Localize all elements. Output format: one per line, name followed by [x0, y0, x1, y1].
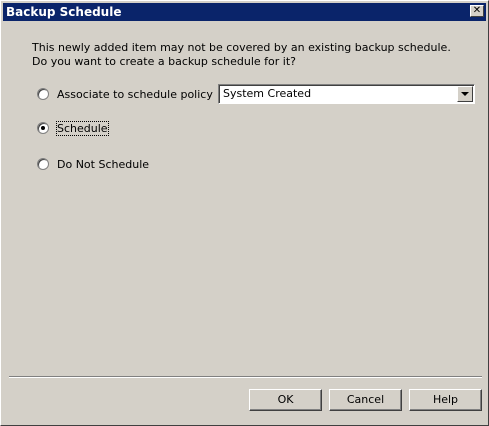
associate-label[interactable]: Associate to schedule policy	[57, 88, 213, 101]
separator	[9, 376, 482, 378]
cancel-button[interactable]: Cancel	[329, 389, 402, 411]
backup-schedule-dialog: Backup Schedule ✕ This newly added item …	[0, 0, 489, 426]
do-not-schedule-label[interactable]: Do Not Schedule	[57, 158, 149, 171]
help-button[interactable]: Help	[409, 389, 482, 411]
associate-radio[interactable]	[37, 88, 49, 100]
policy-select-value: System Created	[223, 87, 312, 100]
do-not-schedule-option[interactable]: Do Not Schedule	[37, 156, 149, 172]
dialog-title: Backup Schedule	[6, 5, 122, 19]
message-line-2: Do you want to create a backup schedule …	[32, 55, 296, 68]
chevron-down-icon[interactable]	[457, 86, 473, 102]
schedule-radio[interactable]	[37, 122, 49, 134]
ok-button[interactable]: OK	[249, 389, 322, 411]
close-icon[interactable]: ✕	[470, 5, 484, 17]
message-line-1: This newly added item may not be covered…	[32, 41, 451, 54]
message-text: This newly added item may not be covered…	[32, 41, 472, 69]
do-not-schedule-radio[interactable]	[37, 158, 49, 170]
title-bar[interactable]: Backup Schedule ✕	[3, 3, 486, 21]
schedule-option[interactable]: Schedule	[37, 120, 109, 136]
schedule-label[interactable]: Schedule	[56, 120, 109, 136]
policy-select[interactable]: System Created	[218, 84, 475, 104]
associate-option[interactable]: Associate to schedule policy	[37, 86, 213, 102]
